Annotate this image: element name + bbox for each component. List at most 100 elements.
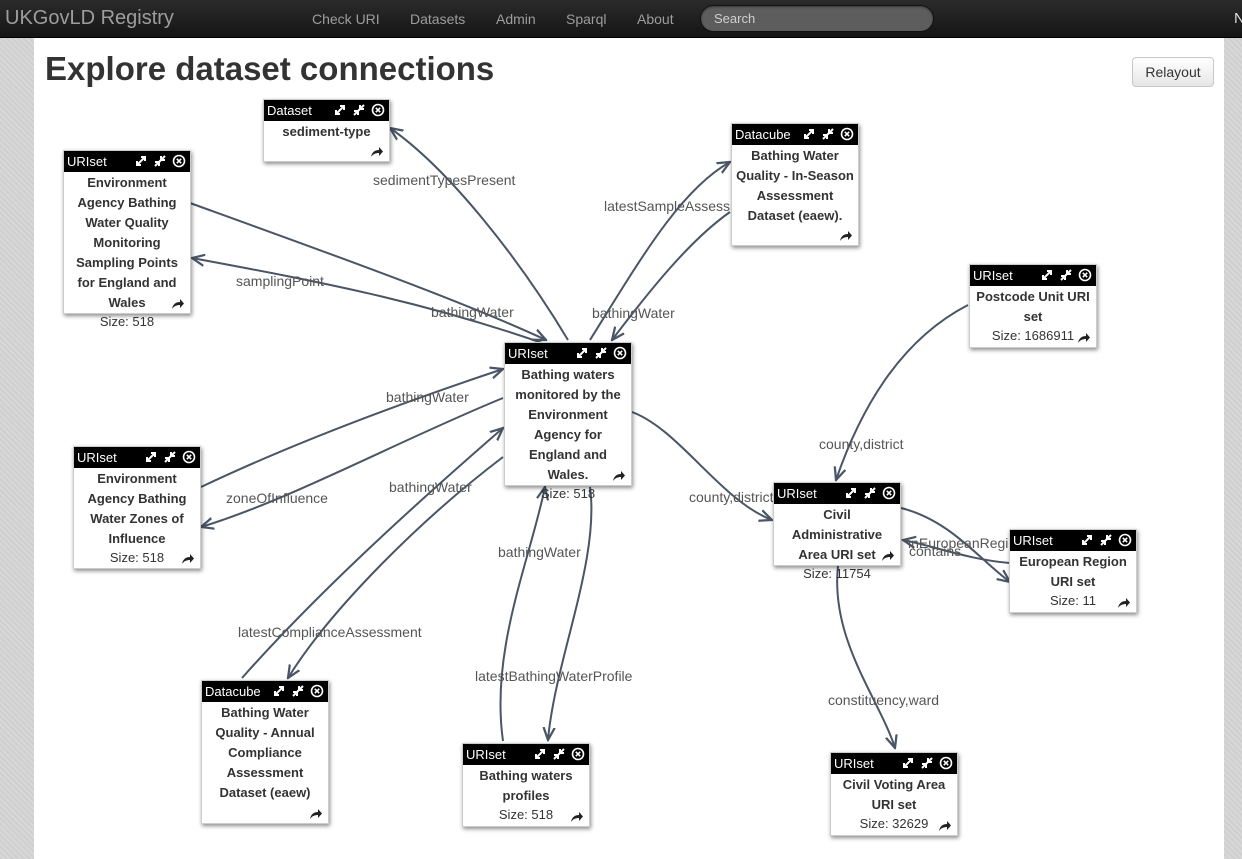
edge-label: latestComplianceAssessment — [238, 624, 422, 640]
node-title: sediment-type — [282, 124, 371, 139]
graph-node[interactable]: URIset Civil Administrative Area URI set… — [773, 482, 901, 581]
node-size: Size: 11754 — [803, 566, 871, 581]
expand-icon[interactable] — [901, 756, 915, 770]
node-title: Civil Voting Area URI set — [842, 777, 946, 812]
node-type: URIset — [834, 756, 874, 771]
graph-node[interactable]: URIset Environment Agency Bathing Water … — [73, 446, 201, 569]
node-title: Bathing Water Quality - In-Season Assess… — [736, 148, 854, 223]
collapse-icon[interactable] — [1059, 268, 1073, 282]
edge-label: bathingWater — [431, 304, 514, 320]
close-icon[interactable] — [371, 103, 385, 117]
close-icon[interactable] — [882, 486, 896, 500]
close-icon[interactable] — [840, 127, 854, 141]
edge-label: constituency,ward — [828, 692, 939, 708]
node-type: Datacube — [205, 684, 261, 699]
collapse-icon[interactable] — [552, 747, 566, 761]
expand-icon[interactable] — [1040, 268, 1054, 282]
node-title: Bathing Water Quality - Annual Complianc… — [215, 705, 315, 800]
graph-node[interactable]: URIset Environment Agency Bathing Water … — [63, 150, 191, 329]
graph-node[interactable]: URIset Bathing waters profiles Size: 518 — [462, 743, 590, 827]
edge-label: latestBathingWaterProfile — [475, 668, 633, 684]
close-icon[interactable] — [182, 450, 196, 464]
expand-icon[interactable] — [575, 346, 589, 360]
graph-node[interactable]: Datacube Bathing Water Quality - In-Seas… — [731, 123, 859, 246]
share-icon[interactable] — [938, 820, 951, 832]
graph-node[interactable]: URIset Bathing waters monitored by the E… — [504, 342, 632, 501]
edge-label: bathingWater — [389, 479, 472, 495]
share-icon[interactable] — [839, 230, 852, 242]
node-type: URIset — [1013, 533, 1053, 548]
node-type: URIset — [777, 486, 817, 501]
edge-county-district-from-postcode[interactable] — [836, 304, 969, 480]
share-icon[interactable] — [181, 553, 194, 565]
node-type: URIset — [973, 268, 1013, 283]
expand-icon[interactable] — [533, 747, 547, 761]
expand-icon[interactable] — [272, 684, 286, 698]
expand-icon[interactable] — [844, 486, 858, 500]
close-icon[interactable] — [310, 684, 324, 698]
edge-bathing-from-zones[interactable] — [200, 369, 503, 488]
close-icon[interactable] — [1118, 533, 1132, 547]
graph-node[interactable]: URIset European Region URI set Size: 11 — [1009, 529, 1137, 613]
share-icon[interactable] — [370, 146, 383, 158]
node-type: URIset — [508, 346, 548, 361]
collapse-icon[interactable] — [594, 346, 608, 360]
expand-icon[interactable] — [144, 450, 158, 464]
close-icon[interactable] — [613, 346, 627, 360]
expand-icon[interactable] — [134, 154, 148, 168]
close-icon[interactable] — [939, 756, 953, 770]
node-size: Size: 518 — [99, 314, 155, 329]
node-title: Bathing waters monitored by the Environm… — [515, 367, 621, 482]
graph-node[interactable]: Datacube Bathing Water Quality - Annual … — [201, 680, 329, 824]
edge-bathing-from-profiles[interactable] — [499, 487, 545, 742]
edge-zone-of-influence[interactable] — [201, 397, 504, 527]
edge-constituency-ward[interactable] — [836, 565, 895, 748]
collapse-icon[interactable] — [352, 103, 366, 117]
edge-latest-profile[interactable] — [548, 486, 593, 740]
collapse-icon[interactable] — [1099, 533, 1113, 547]
collapse-icon[interactable] — [920, 756, 934, 770]
share-icon[interactable] — [881, 550, 894, 562]
edge-label: zoneOfInfluence — [226, 490, 328, 506]
share-icon[interactable] — [612, 470, 625, 482]
graph-node[interactable]: Dataset sediment-type — [263, 99, 390, 162]
graph-node[interactable]: URIset Civil Voting Area URI set Size: 3… — [830, 752, 958, 836]
node-type: URIset — [67, 154, 107, 169]
node-title: Postcode Unit URI set — [976, 289, 1090, 324]
node-type: Dataset — [267, 103, 312, 118]
collapse-icon[interactable] — [153, 154, 167, 168]
collapse-icon[interactable] — [863, 486, 877, 500]
node-title: Environment Agency Bathing Water Quality… — [76, 175, 178, 310]
edge-label: bathingWater — [498, 544, 581, 560]
node-size: Size: 518 — [540, 486, 596, 501]
edge-label: county,district — [689, 489, 774, 505]
node-type: Datacube — [735, 127, 791, 142]
edge-label: county,district — [819, 436, 904, 452]
close-icon[interactable] — [571, 747, 585, 761]
expand-icon[interactable] — [802, 127, 816, 141]
collapse-icon[interactable] — [163, 450, 177, 464]
share-icon[interactable] — [1077, 332, 1090, 344]
edge-label: sedimentTypesPresent — [373, 172, 516, 188]
expand-icon[interactable] — [333, 103, 347, 117]
share-icon[interactable] — [1117, 597, 1130, 609]
node-title: European Region URI set — [1019, 554, 1127, 589]
edge-bathing-from-annual[interactable] — [241, 428, 503, 679]
edge-sampling-point[interactable] — [192, 258, 549, 346]
node-type: URIset — [466, 747, 506, 762]
collapse-icon[interactable] — [821, 127, 835, 141]
share-icon[interactable] — [171, 298, 184, 310]
collapse-icon[interactable] — [291, 684, 305, 698]
share-icon[interactable] — [570, 811, 583, 823]
close-icon[interactable] — [172, 154, 186, 168]
node-title: Bathing waters profiles — [479, 768, 573, 803]
share-icon[interactable] — [309, 808, 322, 820]
edge-label: samplingPoint — [236, 273, 324, 289]
node-type: URIset — [77, 450, 117, 465]
edge-label: contains — [909, 543, 961, 559]
graph-node[interactable]: URIset Postcode Unit URI set Size: 16869… — [969, 264, 1097, 348]
node-title: Environment Agency Bathing Water Zones o… — [87, 471, 187, 546]
expand-icon[interactable] — [1080, 533, 1094, 547]
edge-label: bathingWater — [592, 305, 675, 321]
close-icon[interactable] — [1078, 268, 1092, 282]
